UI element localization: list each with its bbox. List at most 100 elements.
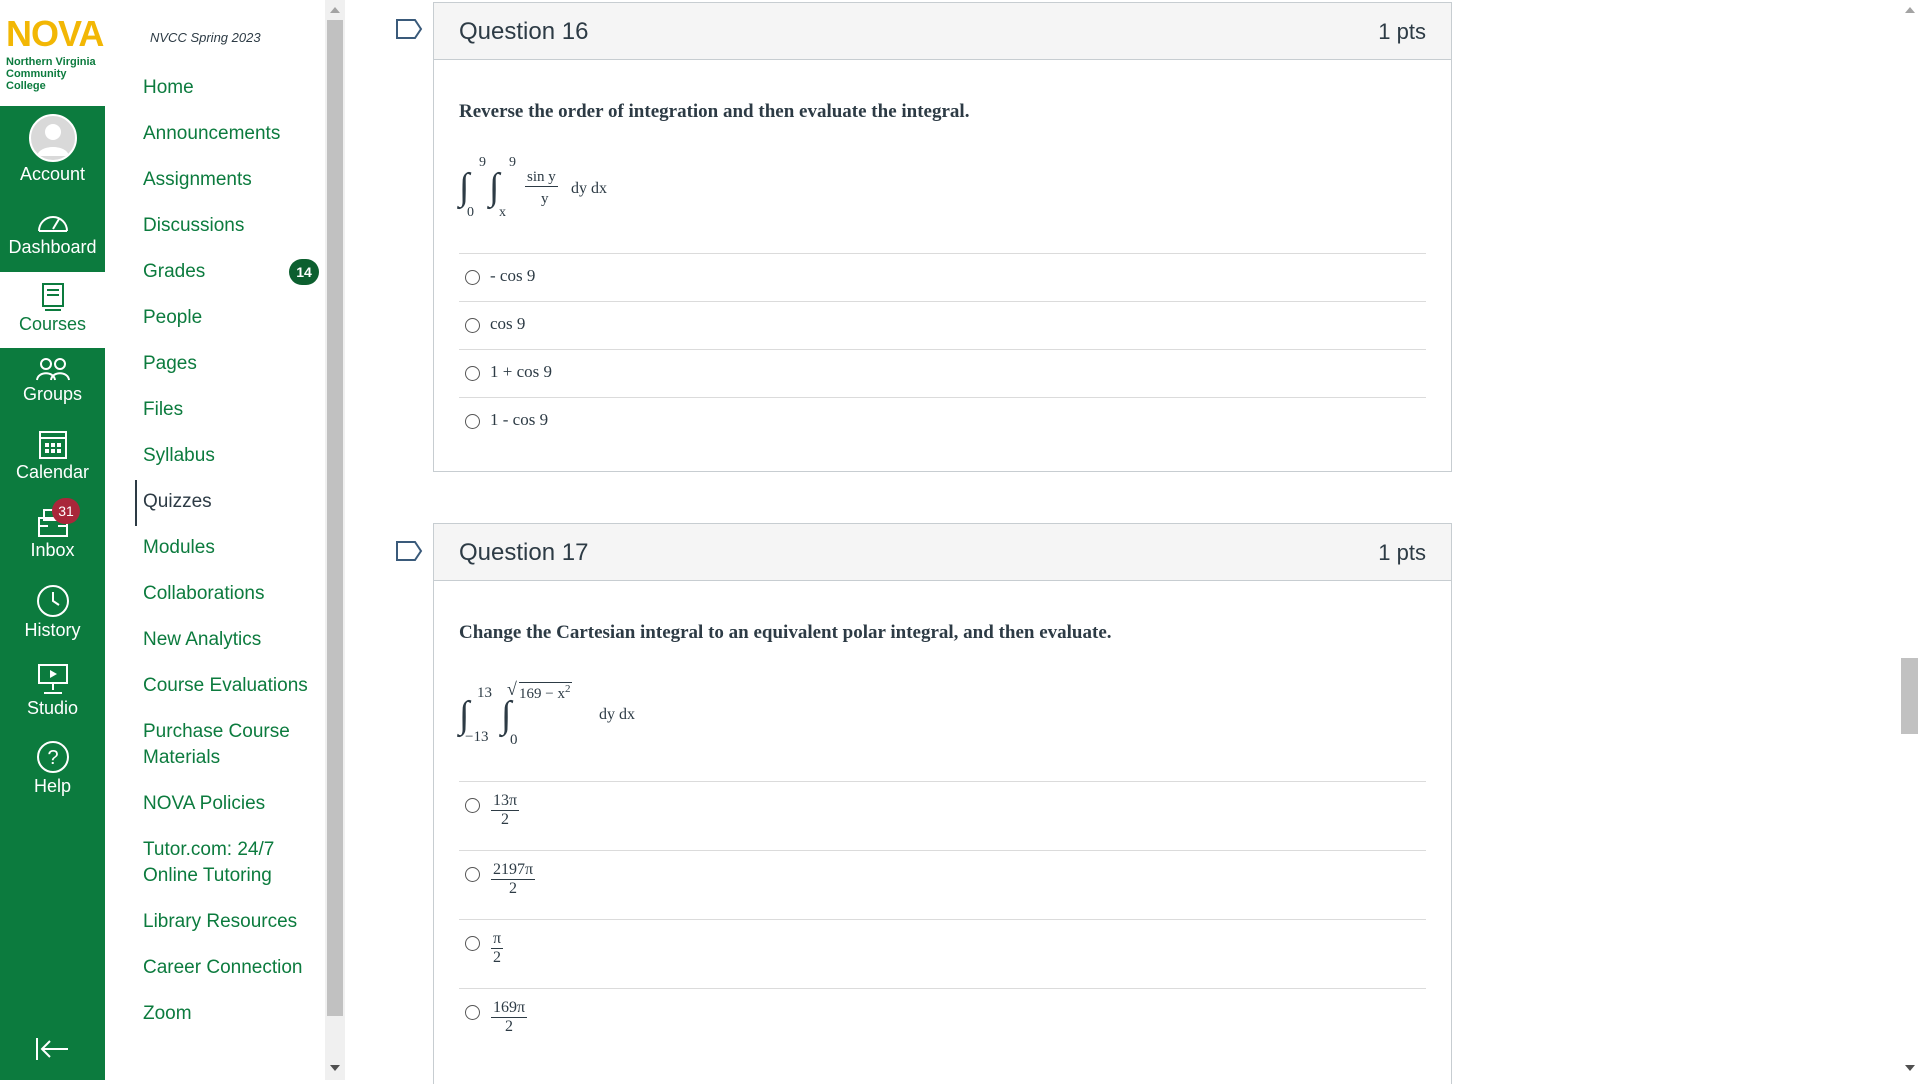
- nav-calendar-label: Calendar: [15, 462, 90, 482]
- nav-help[interactable]: ? Help: [0, 740, 105, 797]
- course-nav-home[interactable]: Home: [143, 75, 325, 101]
- course-nav-collaborations[interactable]: Collaborations: [143, 581, 325, 607]
- calendar-icon: [38, 431, 67, 459]
- outer-integral-sign: ∫: [459, 166, 470, 208]
- answer-radio[interactable]: [465, 867, 480, 882]
- logo-subtitle: Northern Virginia Community College: [6, 56, 96, 92]
- account-icon: [28, 114, 77, 162]
- answer-option[interactable]: 2197π 2: [459, 850, 1426, 920]
- outer-lower-limit: −13: [465, 729, 489, 745]
- nav-help-label: Help: [33, 776, 72, 796]
- fraction-denominator: 2: [501, 811, 510, 828]
- answer-radio[interactable]: [465, 270, 480, 285]
- question-16: Question 16 1 pts Reverse the order of i…: [433, 2, 1452, 472]
- page-scroll-up-arrow-icon[interactable]: [1905, 7, 1915, 13]
- answer-label: 1 + cos 9: [490, 362, 552, 381]
- nav-calendar[interactable]: Calendar: [0, 428, 105, 483]
- inbox-unread-badge: 31: [52, 498, 80, 524]
- flag-question-17-icon[interactable]: [395, 540, 423, 562]
- nav-history[interactable]: History: [0, 584, 105, 641]
- collapse-nav-button[interactable]: [34, 1036, 70, 1067]
- integral-formula: ∫ 9 0 ∫ 9 x sin y y dy dx: [459, 153, 659, 227]
- answer-radio[interactable]: [465, 1005, 480, 1020]
- answer-option[interactable]: 1 - cos 9: [459, 397, 1426, 446]
- answer-option[interactable]: cos 9: [459, 301, 1426, 350]
- nav-inbox-label: Inbox: [30, 540, 75, 560]
- answer-radio[interactable]: [465, 318, 480, 333]
- differentials: dy dx: [571, 180, 607, 197]
- integral-formula: ∫ 13 −13 ∫ √ 169 − x2 0 dy dx: [459, 679, 679, 759]
- course-nav-career-connection[interactable]: Career Connection: [143, 955, 325, 981]
- course-nav-pages[interactable]: Pages: [143, 351, 325, 377]
- courses-icon: [41, 283, 64, 311]
- question-17: Question 17 1 pts Change the Cartesian i…: [433, 523, 1452, 1084]
- inner-lower-limit: x: [499, 205, 506, 220]
- answer-option[interactable]: 1 + cos 9: [459, 349, 1426, 398]
- course-nav-course-evaluations[interactable]: Course Evaluations: [143, 673, 325, 699]
- course-nav-modules[interactable]: Modules: [143, 535, 325, 561]
- inner-lower-limit: 0: [510, 732, 518, 748]
- page-scrollbar[interactable]: [1899, 0, 1920, 1080]
- fraction-denominator: 2: [505, 1018, 514, 1035]
- course-nav-tutor[interactable]: Tutor.com: 24/7 Online Tutoring: [143, 837, 325, 889]
- nav-account[interactable]: Account: [0, 114, 105, 185]
- answer-radio[interactable]: [465, 414, 480, 429]
- answer-radio[interactable]: [465, 798, 480, 813]
- answer-option[interactable]: - cos 9: [459, 253, 1426, 302]
- integrand-denominator: y: [541, 191, 549, 207]
- answer-fraction: 2197π 2: [491, 861, 536, 898]
- answer-option[interactable]: 169π 2: [459, 988, 1426, 1058]
- nav-dashboard-label: Dashboard: [8, 237, 97, 257]
- global-nav: NOVA Northern Virginia Community College…: [0, 0, 105, 1080]
- question-text: Reverse the order of integration and the…: [459, 101, 970, 122]
- answer-radio[interactable]: [465, 936, 480, 951]
- course-nav-library-resources[interactable]: Library Resources: [143, 909, 325, 935]
- course-nav-announcements[interactable]: Announcements: [143, 121, 325, 147]
- flag-question-16-icon[interactable]: [395, 18, 423, 40]
- course-nav-syllabus[interactable]: Syllabus: [143, 443, 325, 469]
- course-nav-files[interactable]: Files: [143, 397, 325, 423]
- nav-groups[interactable]: Groups: [0, 356, 105, 405]
- fraction-numerator: 13π: [491, 792, 520, 811]
- nav-groups-label: Groups: [22, 384, 83, 404]
- nav-studio[interactable]: Studio: [0, 662, 105, 719]
- scroll-up-arrow-icon[interactable]: [330, 7, 340, 13]
- answer-fraction: π2: [491, 930, 504, 967]
- nav-studio-label: Studio: [26, 698, 79, 718]
- question-header: Question 16 1 pts: [434, 3, 1451, 60]
- question-points: 1 pts: [1378, 540, 1426, 565]
- course-nav-scroll-thumb[interactable]: [327, 20, 343, 1016]
- course-nav-quizzes[interactable]: Quizzes: [143, 489, 325, 515]
- nav-inbox[interactable]: 31 Inbox: [0, 498, 105, 561]
- outer-upper-limit: 13: [477, 685, 492, 701]
- course-nav-zoom[interactable]: Zoom: [143, 1001, 325, 1027]
- course-nav-new-analytics[interactable]: New Analytics: [143, 627, 325, 653]
- outer-upper-limit: 9: [479, 155, 486, 170]
- course-nav-purchase-course-materials[interactable]: Purchase Course Materials: [143, 719, 325, 771]
- nova-logo[interactable]: NOVA Northern Virginia Community College: [0, 0, 105, 106]
- history-icon: [36, 585, 69, 617]
- nav-courses[interactable]: Courses: [0, 272, 105, 348]
- question-points: 1 pts: [1378, 19, 1426, 44]
- course-nav-discussions[interactable]: Discussions: [143, 213, 325, 239]
- integrand-numerator: sin y: [525, 169, 558, 187]
- page-scroll-thumb[interactable]: [1901, 658, 1918, 734]
- course-nav-people[interactable]: People: [143, 305, 325, 331]
- page-scroll-down-arrow-icon[interactable]: [1905, 1065, 1915, 1071]
- answer-fraction: 13π 2: [491, 792, 520, 829]
- course-nav-scrollbar[interactable]: [325, 0, 345, 1080]
- course-nav-assignments[interactable]: Assignments: [143, 167, 325, 193]
- answer-option[interactable]: π2: [459, 919, 1426, 989]
- course-nav-nova-policies[interactable]: NOVA Policies: [143, 791, 325, 817]
- radicand-exponent: 2: [564, 683, 571, 695]
- question-title: Question 16: [459, 18, 589, 45]
- answer-radio[interactable]: [465, 366, 480, 381]
- nav-dashboard[interactable]: Dashboard: [0, 207, 105, 258]
- answer-option[interactable]: 13π 2: [459, 781, 1426, 851]
- scroll-down-arrow-icon[interactable]: [330, 1065, 340, 1071]
- answer-fraction: 169π 2: [491, 999, 528, 1036]
- logo-wordmark: NOVA: [6, 13, 104, 54]
- groups-icon: [35, 358, 70, 381]
- dashboard-icon: [37, 216, 68, 232]
- question-text: Change the Cartesian integral to an equi…: [459, 622, 1112, 643]
